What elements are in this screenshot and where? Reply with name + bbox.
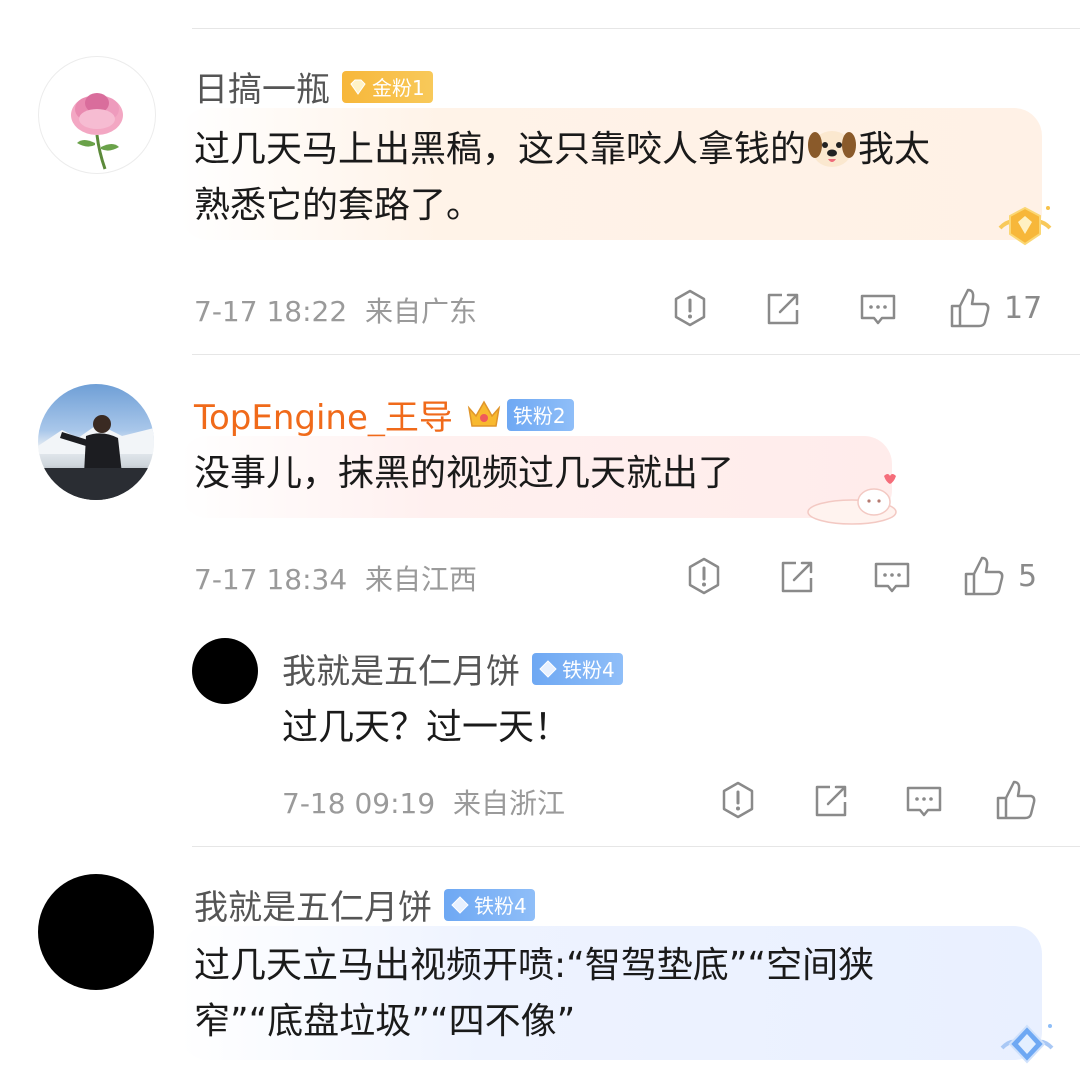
reply-button[interactable] bbox=[858, 292, 898, 328]
report-button[interactable] bbox=[684, 556, 724, 596]
divider bbox=[192, 846, 1080, 847]
avatar[interactable] bbox=[38, 384, 154, 500]
report-icon bbox=[674, 289, 706, 327]
thumbs-up-icon bbox=[950, 288, 990, 328]
like-button[interactable]: 17 bbox=[948, 286, 1042, 330]
username[interactable]: 我就是五仁月饼 bbox=[194, 880, 432, 929]
fan-badge[interactable]: 金粉1 bbox=[342, 70, 433, 103]
crown-icon bbox=[467, 399, 501, 427]
reply-button[interactable] bbox=[904, 784, 944, 820]
peony-flower-icon bbox=[71, 93, 123, 170]
like-button[interactable] bbox=[994, 778, 1038, 822]
cat-sticker-icon bbox=[807, 474, 897, 525]
username[interactable]: TopEngine_王导 bbox=[194, 390, 453, 439]
comment-location: 来自浙江 bbox=[452, 787, 565, 820]
thumbs-up-icon bbox=[964, 556, 1004, 596]
badge-label: 铁粉2 bbox=[512, 404, 566, 428]
repost-icon bbox=[781, 561, 813, 593]
fan-badge[interactable]: 铁粉2 bbox=[506, 398, 574, 431]
comment-text-line: 熟悉它的套路了。 bbox=[194, 185, 483, 226]
repost-button[interactable] bbox=[764, 290, 802, 328]
comment-header: TopEngine_王导 铁粉2 bbox=[194, 390, 574, 439]
comment-time: 7-18 09:19 bbox=[282, 787, 436, 820]
repost-button[interactable] bbox=[812, 782, 850, 820]
comment-header: 我就是五仁月饼 铁粉4 bbox=[194, 880, 535, 929]
repost-icon bbox=[815, 785, 847, 817]
fan-badge[interactable]: 铁粉4 bbox=[532, 652, 623, 685]
like-button[interactable]: 5 bbox=[962, 554, 1037, 598]
comment-icon bbox=[906, 786, 942, 817]
report-button[interactable] bbox=[670, 288, 710, 328]
avatar[interactable] bbox=[192, 638, 258, 704]
report-icon bbox=[688, 557, 720, 595]
badge-label: 铁粉4 bbox=[562, 658, 615, 682]
comment-text: 过几天立马出视频开喷:“智驾垫底”“空间狭 窄”“底盘垃圾”“四不像” bbox=[194, 938, 1044, 1050]
badge-label: 铁粉4 bbox=[474, 894, 527, 918]
reply-button[interactable] bbox=[872, 560, 912, 596]
comment-text: 过几天？过一天！ bbox=[282, 707, 571, 748]
like-count: 17 bbox=[1004, 290, 1043, 326]
dog-face-emoji bbox=[808, 131, 857, 167]
comment-icon bbox=[860, 294, 896, 325]
repost-icon bbox=[767, 293, 799, 325]
comment-text: 没事儿，抹黑的视频过几天就出了 bbox=[194, 453, 735, 494]
report-button[interactable] bbox=[718, 780, 758, 820]
comment-meta: 7-17 18:34 来自江西 bbox=[194, 558, 477, 598]
avatar[interactable] bbox=[38, 874, 154, 990]
like-count: 5 bbox=[1018, 558, 1038, 594]
comment-time: 7-17 18:34 bbox=[194, 563, 348, 596]
comment-time: 7-17 18:22 bbox=[194, 295, 348, 328]
fan-medal-icon bbox=[998, 206, 1052, 246]
comment-icon bbox=[874, 562, 910, 593]
comment-location: 来自广东 bbox=[364, 295, 477, 328]
comment-meta: 7-17 18:22 来自广东 bbox=[194, 290, 477, 330]
repost-button[interactable] bbox=[778, 558, 816, 596]
diamond-icon bbox=[539, 659, 557, 678]
comment-header: 我就是五仁月饼 铁粉4 bbox=[282, 644, 623, 693]
comment-text-line: 过几天立马出视频开喷:“智驾垫底”“空间狭 bbox=[194, 945, 875, 986]
crown-gem-icon bbox=[350, 79, 366, 95]
comment-text-line: 过几天马上出黑稿，这只靠咬人拿钱的 我太 bbox=[194, 122, 1044, 178]
username[interactable]: 我就是五仁月饼 bbox=[282, 644, 520, 693]
username[interactable]: 日搞一瓶 bbox=[194, 62, 330, 111]
badge-label: 金粉1 bbox=[372, 76, 425, 100]
comment-location: 来自江西 bbox=[364, 563, 477, 596]
report-icon bbox=[722, 781, 754, 819]
thumbs-up-icon bbox=[996, 780, 1036, 820]
divider bbox=[192, 28, 1080, 29]
diamond-icon bbox=[451, 895, 469, 914]
comment-text: 过几天马上出黑稿，这只靠咬人拿钱的 我太 熟悉它的套路了。 bbox=[194, 122, 1044, 234]
divider bbox=[192, 354, 1080, 355]
fan-badge[interactable]: 铁粉4 bbox=[444, 888, 535, 921]
avatar[interactable] bbox=[38, 56, 156, 174]
fan-medal-icon bbox=[1000, 1024, 1054, 1064]
comment-text-line: 窄”“底盘垃圾”“四不像” bbox=[194, 1001, 576, 1042]
person-photo bbox=[38, 415, 154, 500]
comment-header: 日搞一瓶 金粉1 bbox=[194, 62, 433, 111]
comment-meta: 7-18 09:19 来自浙江 bbox=[282, 782, 565, 822]
